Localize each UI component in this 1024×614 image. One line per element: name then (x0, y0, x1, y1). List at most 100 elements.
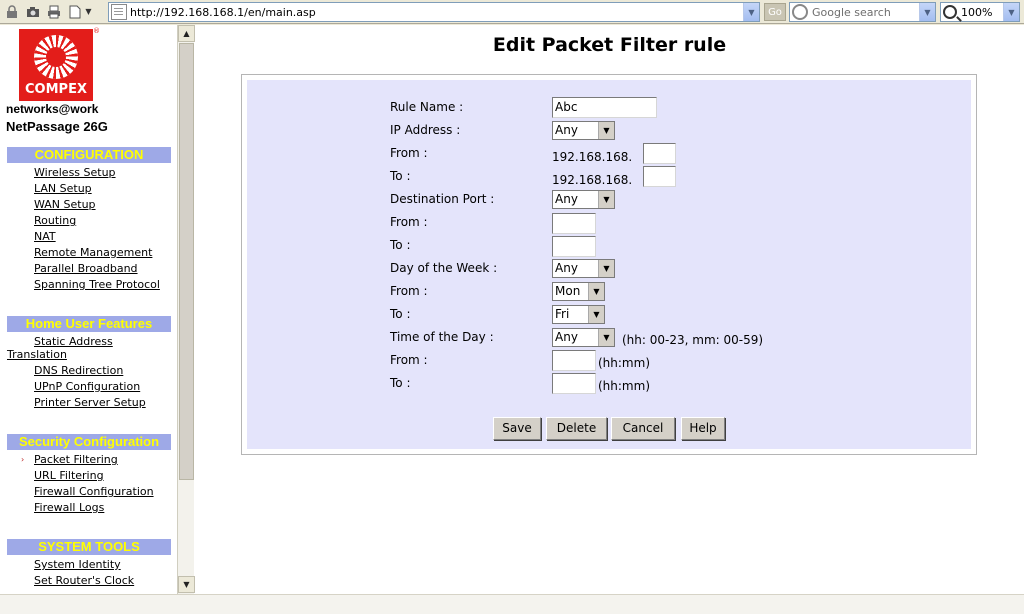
sidebar-item-wireless-setup[interactable]: Wireless Setup (34, 166, 116, 179)
status-bar (0, 594, 1024, 614)
section-header-configuration: CONFIGURATION (7, 147, 171, 163)
sidebar-scrollbar[interactable]: ▲ ▼ (177, 25, 195, 594)
security-icon[interactable] (3, 3, 21, 21)
save-button[interactable]: Save (493, 417, 541, 440)
time-to-format: (hh:mm) (598, 379, 650, 393)
time-of-day-label: Time of the Day : (390, 330, 494, 344)
sidebar-item-firewall-logs[interactable]: Firewall Logs (34, 501, 104, 514)
go-button[interactable]: Go (764, 3, 786, 21)
form-panel: Rule Name : Abc IP Address : Any ▼ From … (241, 74, 977, 455)
registered-mark: ® (93, 27, 100, 35)
chevron-down-icon: ▼ (588, 306, 604, 323)
chevron-down-icon: ▼ (598, 329, 614, 346)
active-item-bullet-icon: › (21, 455, 25, 464)
browser-toolbar: ▼ http://192.168.168.1/en/main.asp ▼ Go … (0, 0, 1024, 24)
time-of-day-select[interactable]: Any ▼ (552, 328, 615, 347)
day-of-week-select[interactable]: Any ▼ (552, 259, 615, 278)
time-of-day-selected: Any (555, 330, 578, 344)
sidebar-item-set-routers-clock[interactable]: Set Router's Clock (34, 574, 134, 587)
section-header-system-tools: SYSTEM TOOLS (7, 539, 171, 555)
google-icon (792, 4, 808, 20)
time-from-label: From : (390, 353, 428, 367)
google-search-placeholder: Google search (812, 5, 891, 19)
ip-from-prefix: 192.168.168. (552, 150, 633, 164)
port-to-input[interactable] (552, 236, 596, 257)
destination-port-label: Destination Port : (390, 192, 495, 206)
sidebar-item-static-address[interactable]: Static Address (34, 335, 113, 348)
help-button[interactable]: Help (681, 417, 725, 440)
sidebar-item-firewall-configuration[interactable]: Firewall Configuration (34, 485, 154, 498)
day-from-label: From : (390, 284, 428, 298)
delete-button[interactable]: Delete (546, 417, 607, 440)
product-name: NetPassage 26G (6, 119, 108, 134)
scrollbar-thumb[interactable] (179, 43, 194, 480)
chevron-down-icon: ▼ (598, 191, 614, 208)
scroll-up-arrow-icon[interactable]: ▲ (178, 25, 195, 42)
ip-address-label: IP Address : (390, 123, 461, 137)
zoom-dropdown-chevron-down-icon[interactable]: ▼ (1003, 3, 1019, 21)
chevron-down-icon: ▼ (598, 122, 614, 139)
address-bar[interactable]: http://192.168.168.1/en/main.asp ▼ (108, 2, 760, 22)
compex-logo: COMPEX ® (19, 27, 100, 101)
magnifier-icon (943, 5, 957, 19)
sidebar: COMPEX ® networks@work NetPassage 26G CO… (0, 25, 195, 594)
ip-to-input[interactable] (643, 166, 676, 187)
sidebar-item-url-filtering[interactable]: URL Filtering (34, 469, 104, 482)
section-header-home-user-features: Home User Features (7, 316, 171, 332)
time-to-label: To : (390, 376, 411, 390)
sidebar-item-system-identity[interactable]: System Identity (34, 558, 121, 571)
main-content: Edit Packet Filter rule Rule Name : Abc … (195, 25, 1024, 594)
camera-icon[interactable] (24, 3, 42, 21)
time-from-input[interactable] (552, 350, 596, 371)
address-dropdown-chevron-down-icon[interactable]: ▼ (743, 3, 759, 21)
sidebar-item-parallel-broadband[interactable]: Parallel Broadband (34, 262, 138, 275)
sidebar-item-remote-management[interactable]: Remote Management (34, 246, 152, 259)
chevron-down-icon: ▼ (598, 260, 614, 277)
sidebar-item-spanning-tree-protocol[interactable]: Spanning Tree Protocol (34, 278, 160, 291)
print-icon[interactable] (45, 3, 63, 21)
day-from-selected: Mon (555, 284, 581, 298)
port-from-label: From : (390, 215, 428, 229)
time-to-input[interactable] (552, 373, 596, 394)
sidebar-item-printer-server-setup[interactable]: Printer Server Setup (34, 396, 146, 409)
cancel-button[interactable]: Cancel (611, 417, 675, 440)
brand-tagline: networks@work (6, 102, 99, 116)
page-icon[interactable] (66, 3, 84, 21)
destination-port-select[interactable]: Any ▼ (552, 190, 615, 209)
logo-text: COMPEX (25, 82, 87, 97)
search-dropdown-chevron-down-icon[interactable]: ▼ (919, 3, 935, 21)
port-from-input[interactable] (552, 213, 596, 234)
day-of-week-selected: Any (555, 261, 578, 275)
time-from-format: (hh:mm) (598, 356, 650, 370)
ip-to-prefix: 192.168.168. (552, 173, 633, 187)
day-from-select[interactable]: Mon ▼ (552, 282, 605, 301)
form-panel-inner: Rule Name : Abc IP Address : Any ▼ From … (247, 80, 971, 449)
page-title: Edit Packet Filter rule (492, 34, 727, 56)
ip-from-label: From : (390, 146, 428, 160)
chevron-down-icon: ▼ (588, 283, 604, 300)
sidebar-item-routing[interactable]: Routing (34, 214, 76, 227)
page-favicon-icon (111, 4, 127, 20)
sidebar-item-dns-redirection[interactable]: DNS Redirection (34, 364, 123, 377)
destination-port-selected: Any (555, 192, 578, 206)
ip-to-label: To : (390, 169, 411, 183)
ip-address-select[interactable]: Any ▼ (552, 121, 615, 140)
ip-address-selected: Any (555, 123, 578, 137)
time-format-hint: (hh: 00-23, mm: 00-59) (622, 333, 764, 347)
ip-from-input[interactable] (643, 143, 676, 164)
rule-name-label: Rule Name : (390, 100, 464, 114)
day-to-select[interactable]: Fri ▼ (552, 305, 605, 324)
sidebar-item-static-address-translation[interactable]: Translation (7, 348, 167, 361)
google-search-input[interactable]: Google search ▼ (789, 2, 936, 22)
rule-name-input[interactable]: Abc (552, 97, 657, 118)
sidebar-item-upnp-configuration[interactable]: UPnP Configuration (34, 380, 140, 393)
page-menu-chevron-down-icon[interactable]: ▼ (84, 3, 93, 21)
sidebar-item-lan-setup[interactable]: LAN Setup (34, 182, 92, 195)
section-header-security-configuration: Security Configuration (7, 434, 171, 450)
zoom-level: 100% (961, 5, 993, 19)
sidebar-item-packet-filtering[interactable]: Packet Filtering (34, 453, 118, 466)
sidebar-item-nat[interactable]: NAT (34, 230, 56, 243)
zoom-control[interactable]: 100% ▼ (940, 2, 1020, 22)
sidebar-item-wan-setup[interactable]: WAN Setup (34, 198, 96, 211)
scroll-down-arrow-icon[interactable]: ▼ (178, 576, 195, 593)
